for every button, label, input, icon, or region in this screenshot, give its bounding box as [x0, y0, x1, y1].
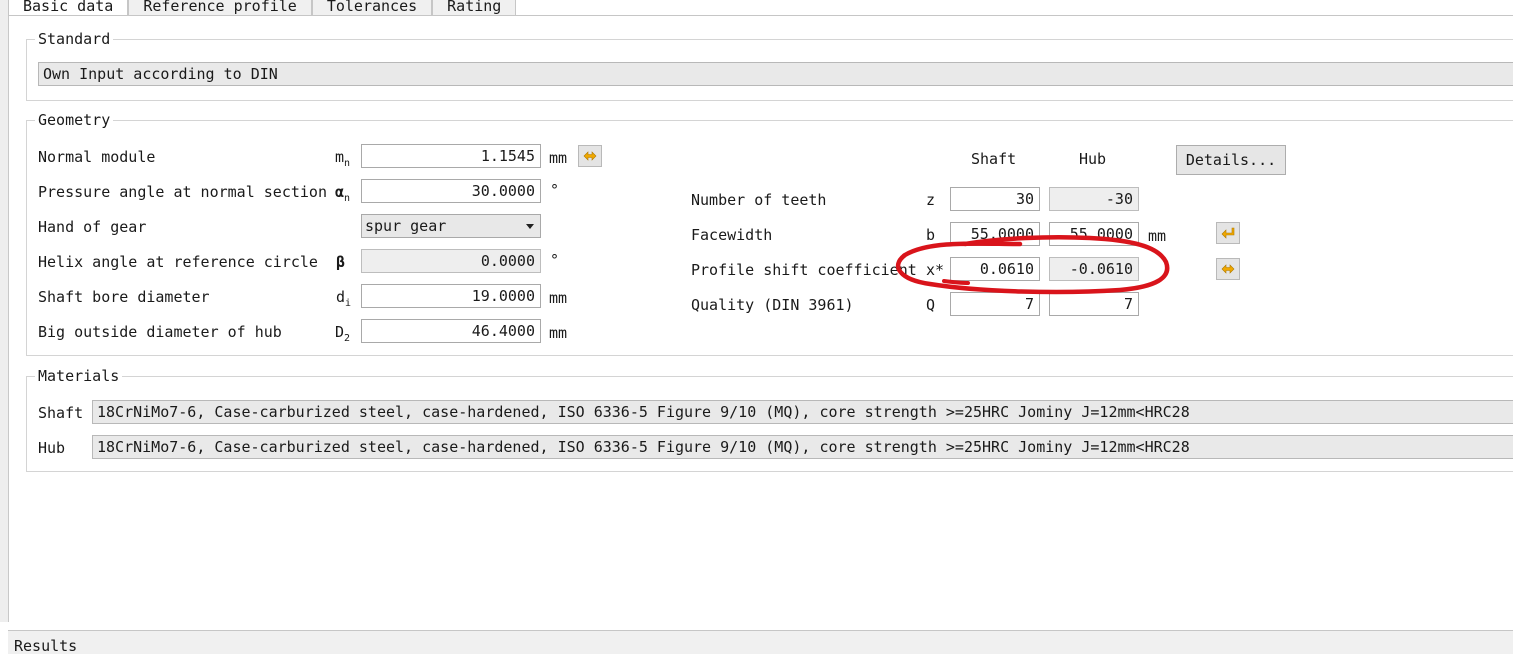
facewidth-label: Facewidth: [691, 226, 773, 244]
profile-shift-label: Profile shift coefficient: [691, 261, 917, 279]
hub-material-label: Hub: [38, 439, 66, 457]
tab-reference-profile[interactable]: Reference profile: [128, 0, 312, 16]
helix-angle-label: Helix angle at reference circle: [38, 253, 318, 271]
shaft-bore-label: Shaft bore diameter: [38, 288, 210, 306]
normal-module-input[interactable]: 1.1545: [361, 144, 541, 168]
results-label: Results: [14, 637, 78, 654]
hand-of-gear-label: Hand of gear: [38, 218, 147, 236]
dropdown-arrow-icon: [526, 224, 534, 229]
hand-of-gear-select[interactable]: spur gear: [361, 214, 541, 238]
details-button[interactable]: Details...: [1176, 145, 1286, 175]
profile-shift-shaft-input[interactable]: 0.0610: [950, 257, 1040, 281]
quality-label: Quality (DIN 3961): [691, 296, 854, 314]
facewidth-unit: mm: [1148, 227, 1167, 245]
tab-divider: [8, 15, 1513, 16]
quality-hub-input[interactable]: 7: [1049, 292, 1139, 316]
tab-basic-data[interactable]: Basic data: [8, 0, 129, 16]
facewidth-symbol: b: [926, 226, 936, 244]
helix-angle-symbol: β: [336, 253, 346, 271]
module-swap-button[interactable]: [578, 145, 602, 167]
pressure-angle-input[interactable]: 30.0000: [361, 179, 541, 203]
hub-outside-diameter-input[interactable]: 46.4000: [361, 319, 541, 343]
results-panel-header[interactable]: Results: [8, 630, 1513, 654]
standard-select[interactable]: Own Input according to DIN: [38, 62, 1513, 86]
shaft-bore-input[interactable]: 19.0000: [361, 284, 541, 308]
standard-group-title: Standard: [35, 29, 114, 49]
pressure-angle-symbol: αn: [335, 183, 351, 204]
teeth-hub-input[interactable]: -30: [1049, 187, 1139, 211]
geometry-group-title: Geometry: [35, 110, 114, 130]
tab-bar: Basic data Reference profile Tolerances …: [8, 0, 517, 16]
facewidth-enter-button[interactable]: [1216, 222, 1240, 244]
gear-calculation-window: Basic data Reference profile Tolerances …: [0, 0, 1513, 654]
number-of-teeth-label: Number of teeth: [691, 191, 827, 209]
left-panel-edge: [0, 0, 9, 622]
swap-arrows-icon: [583, 151, 597, 161]
shaft-material-label: Shaft: [38, 404, 84, 422]
normal-module-unit: mm: [549, 149, 568, 167]
quality-shaft-input[interactable]: 7: [950, 292, 1040, 316]
normal-module-symbol: mn: [335, 148, 351, 169]
enter-arrow-icon: [1221, 227, 1235, 239]
hub-outside-diameter-symbol: D2: [335, 323, 351, 344]
normal-module-label: Normal module: [38, 148, 156, 166]
swap-arrows-icon: [1221, 264, 1235, 274]
shaft-column-header: Shaft: [971, 150, 1017, 168]
facewidth-shaft-input[interactable]: 55.0000: [950, 222, 1040, 246]
hub-material-select[interactable]: 18CrNiMo7-6, Case-carburized steel, case…: [92, 435, 1513, 459]
profile-shift-swap-button[interactable]: [1216, 258, 1240, 280]
number-of-teeth-symbol: z: [926, 191, 936, 209]
pressure-angle-unit: °: [550, 181, 560, 199]
pressure-angle-label: Pressure angle at normal section: [38, 183, 327, 201]
hub-outside-diameter-unit: mm: [549, 324, 568, 342]
tab-tolerances[interactable]: Tolerances: [311, 0, 433, 16]
helix-angle-input[interactable]: 0.0000: [361, 249, 541, 273]
shaft-bore-unit: mm: [549, 289, 568, 307]
hand-of-gear-value: spur gear: [365, 217, 447, 235]
helix-angle-unit: °: [550, 251, 560, 269]
teeth-shaft-input[interactable]: 30: [950, 187, 1040, 211]
hub-outside-diameter-label: Big outside diameter of hub: [38, 323, 282, 341]
profile-shift-symbol: x*: [926, 261, 945, 279]
quality-symbol: Q: [926, 296, 936, 314]
facewidth-hub-input[interactable]: 55.0000: [1049, 222, 1139, 246]
materials-group-title: Materials: [35, 366, 123, 386]
shaft-bore-symbol: di: [336, 288, 352, 309]
hub-column-header: Hub: [1079, 150, 1107, 168]
tab-rating[interactable]: Rating: [432, 0, 517, 16]
profile-shift-hub-input[interactable]: -0.0610: [1049, 257, 1139, 281]
shaft-material-select[interactable]: 18CrNiMo7-6, Case-carburized steel, case…: [92, 400, 1513, 424]
